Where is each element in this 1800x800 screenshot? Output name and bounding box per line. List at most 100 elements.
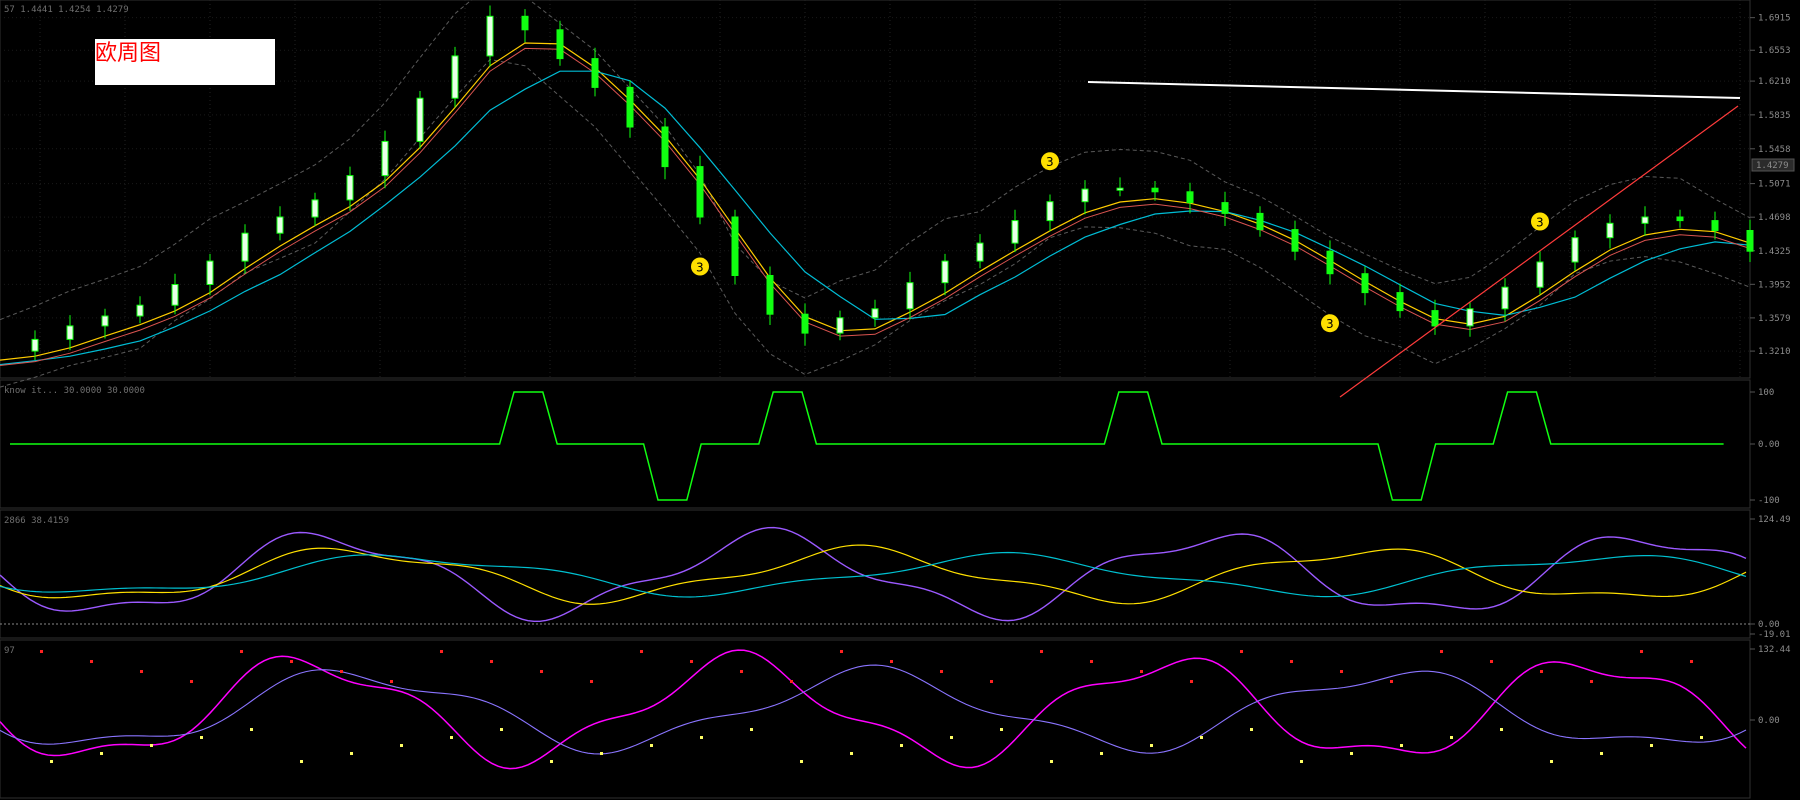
indicator2-legend: 2866 38.4159	[4, 516, 69, 526]
indicator-axis-label: -19.01	[1758, 630, 1791, 640]
candle-body	[1431, 310, 1439, 327]
forex-chart: 57 1.4441 1.4254 1.4279 1.6915 1.6553 1.62…	[0, 0, 1800, 800]
candle-body	[1711, 220, 1719, 232]
candle-body	[801, 313, 809, 334]
candle-body	[1571, 237, 1579, 263]
current-price: 1.4279	[1756, 161, 1789, 171]
indicator3-red-dot	[440, 650, 443, 653]
header-text: 57 1.4441 1.4254 1.4279	[4, 5, 129, 15]
chart-background	[0, 0, 1800, 800]
indicator-axis-label: 0.00	[1758, 440, 1780, 450]
price-axis-label: 1.4325	[1758, 247, 1791, 257]
candle-body	[1116, 187, 1124, 191]
candle-body	[1011, 220, 1019, 244]
chart-label-box: 欧周图	[95, 39, 275, 85]
indicator3-legend: 97	[4, 646, 15, 656]
indicator3-red-dot	[290, 660, 293, 663]
candle-body	[1221, 202, 1229, 214]
candle-body	[1641, 216, 1649, 224]
indicator3-yellow-dot	[550, 760, 553, 763]
candle-body	[1536, 261, 1544, 288]
price-axis-label: 1.3952	[1758, 280, 1791, 290]
candle-body	[1081, 188, 1089, 203]
candle-body	[1396, 292, 1404, 312]
price-axis-label: 1.6553	[1758, 46, 1791, 56]
candle-body	[311, 199, 319, 218]
indicator3-yellow-dot	[650, 744, 653, 747]
indicator3-yellow-dot	[1600, 752, 1603, 755]
candle-body	[136, 304, 144, 317]
candle-body	[451, 55, 459, 99]
indicator3-red-dot	[140, 670, 143, 673]
indicator3-yellow-dot	[1350, 752, 1353, 755]
fractal-marker-label: 3	[1046, 155, 1054, 169]
candle-body	[206, 260, 214, 286]
candle-body	[1151, 187, 1159, 193]
candle-body	[101, 315, 109, 327]
candle-body	[661, 126, 669, 168]
indicator3-yellow-dot	[800, 760, 803, 763]
indicator3-red-dot	[790, 680, 793, 683]
indicator3-yellow-dot	[1500, 728, 1503, 731]
indicator3-yellow-dot	[1000, 728, 1003, 731]
indicator3-red-dot	[390, 680, 393, 683]
candle-body	[1291, 229, 1299, 252]
indicator3-yellow-dot	[750, 728, 753, 731]
chart-label: 欧周图	[95, 41, 162, 66]
indicator3-yellow-dot	[900, 744, 903, 747]
indicator-axis-label: 132.44	[1758, 645, 1791, 655]
price-axis-label: 1.5071	[1758, 180, 1791, 190]
indicator3-yellow-dot	[700, 736, 703, 739]
candle-body	[1466, 308, 1474, 327]
indicator3-red-dot	[1390, 680, 1393, 683]
indicator3-red-dot	[1290, 660, 1293, 663]
candle-body	[241, 232, 249, 262]
indicator3-yellow-dot	[450, 736, 453, 739]
indicator-axis-label: -100	[1758, 496, 1780, 506]
candle-body	[521, 15, 529, 31]
indicator3-yellow-dot	[200, 736, 203, 739]
candle-body	[1501, 286, 1509, 310]
indicator3-yellow-dot	[1400, 744, 1403, 747]
candle-body	[871, 308, 879, 319]
candle-body	[556, 29, 564, 60]
candle-body	[486, 15, 494, 57]
indicator3-red-dot	[1090, 660, 1093, 663]
price-axis-label: 1.5835	[1758, 111, 1791, 121]
indicator3-yellow-dot	[1550, 760, 1553, 763]
candle-body	[1676, 216, 1684, 222]
price-axis-label: 1.4698	[1758, 213, 1791, 223]
candle-body	[1746, 230, 1754, 252]
indicator3-red-dot	[1440, 650, 1443, 653]
fractal-marker-label: 3	[1536, 216, 1544, 230]
indicator3-red-dot	[1340, 670, 1343, 673]
indicator3-red-dot	[190, 680, 193, 683]
candle-body	[731, 216, 739, 276]
indicator3-red-dot	[1540, 670, 1543, 673]
indicator3-red-dot	[890, 660, 893, 663]
indicator3-yellow-dot	[50, 760, 53, 763]
candle-body	[976, 242, 984, 262]
candle-body	[1361, 273, 1369, 294]
indicator3-red-dot	[40, 650, 43, 653]
price-axis-label: 1.5458	[1758, 145, 1791, 155]
indicator3-red-dot	[1690, 660, 1693, 663]
indicator3-yellow-dot	[1650, 744, 1653, 747]
indicator3-yellow-dot	[500, 728, 503, 731]
indicator3-red-dot	[1240, 650, 1243, 653]
indicator3-yellow-dot	[350, 752, 353, 755]
indicator-axis-label: 124.49	[1758, 515, 1791, 525]
candle-body	[381, 140, 389, 177]
indicator3-yellow-dot	[150, 744, 153, 747]
indicator3-yellow-dot	[1250, 728, 1253, 731]
candle-body	[906, 282, 914, 310]
candle-body	[346, 175, 354, 201]
indicator3-red-dot	[1490, 660, 1493, 663]
candle-body	[1256, 212, 1264, 231]
indicator3-red-dot	[940, 670, 943, 673]
indicator-axis-label: 100	[1758, 388, 1774, 398]
indicator3-yellow-dot	[100, 752, 103, 755]
indicator3-yellow-dot	[1100, 752, 1103, 755]
indicator3-yellow-dot	[850, 752, 853, 755]
candle-body	[1186, 191, 1194, 204]
